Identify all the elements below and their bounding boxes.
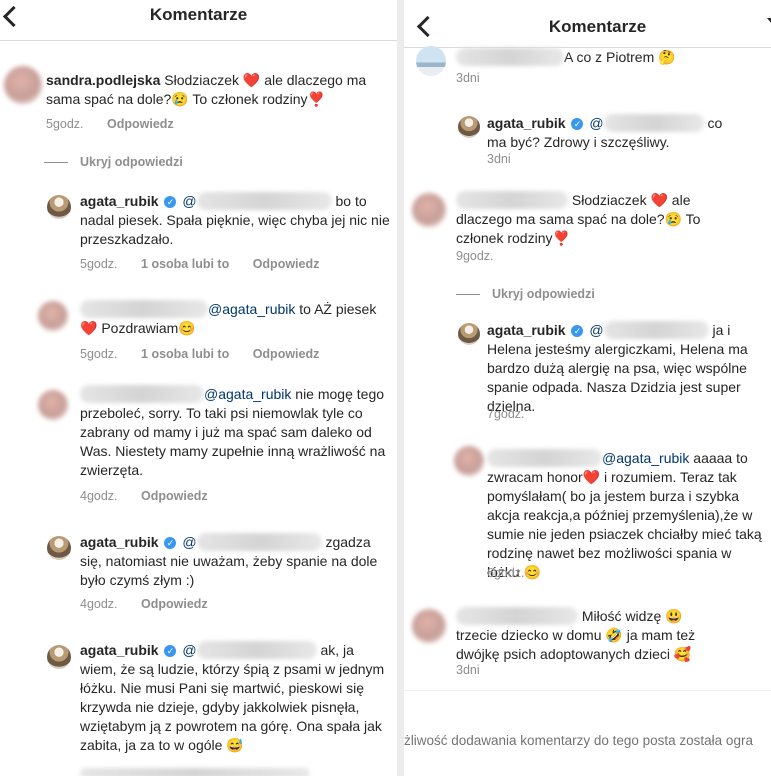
comment: Słodziaczek ❤️ ale dlaczego ma sama spać… xyxy=(456,191,736,248)
comment-time: 6godz. xyxy=(487,566,525,580)
redacted-mention xyxy=(196,192,332,210)
comments-panel-right: Komentarze A co z Piotrem 🤔 3dni agata_r… xyxy=(404,0,771,776)
avatar[interactable] xyxy=(4,66,42,104)
comment-meta: 7godz. xyxy=(487,407,545,421)
comment: Miłość widzę 😃 trzecie dziecko w domu 🤣 … xyxy=(456,607,721,664)
header: Komentarze xyxy=(0,0,397,40)
comment-meta: 6godz. xyxy=(487,566,545,580)
comment-time: 5godz. xyxy=(80,257,118,271)
comment: sandra.podlejska Słodziaczek ❤️ ale dlac… xyxy=(46,71,396,109)
redacted-username xyxy=(80,385,204,403)
comment-meta: 3dni xyxy=(456,71,500,85)
comment-time: 5godz. xyxy=(46,117,84,131)
redacted-username xyxy=(487,449,602,467)
comments-panel-left: Komentarze sandra.podlejska Słodziaczek … xyxy=(0,0,397,776)
avatar[interactable] xyxy=(47,195,71,219)
cut-off-meta-row xyxy=(80,768,310,776)
comment-meta: 5godz. 1 osoba lubi to Odpowiedz xyxy=(80,257,319,271)
direct-message-icon[interactable] xyxy=(767,18,771,24)
comment: agata_rubik ✓ @ ak, ja wiem, że są ludzi… xyxy=(80,641,385,753)
redacted-username xyxy=(456,191,568,209)
reply-button[interactable]: Odpowiedz xyxy=(253,347,320,361)
comment-meta: 9godz. xyxy=(456,249,514,263)
avatar[interactable] xyxy=(454,446,484,476)
comment: agata_rubik ✓ @ ja i Helena jesteśmy ale… xyxy=(487,321,748,414)
page-title: Komentarze xyxy=(548,17,647,36)
page-title: Komentarze xyxy=(149,5,248,24)
comment-username[interactable]: agata_rubik xyxy=(80,534,159,550)
comment-text: aaaaa to zwracam honor❤️ i rozumiem. Ter… xyxy=(487,450,762,580)
hide-replies-button[interactable]: Ukryj odpowiedzi xyxy=(44,155,183,169)
comment-meta: 3dni xyxy=(456,663,500,677)
header-divider xyxy=(0,40,397,41)
hide-replies-button[interactable]: Ukryj odpowiedzi xyxy=(456,287,595,301)
comment-time: 3dni xyxy=(456,663,480,677)
comment-meta: 5godz. 1 osoba lubi to Odpowiedz xyxy=(80,347,319,361)
redacted-text xyxy=(456,48,564,66)
comments-disabled-notice: żliwość dodawania komentarzy do tego pos… xyxy=(404,733,753,748)
comment-meta: 4godz. Odpowiedz xyxy=(80,489,208,503)
comment: @agata_rubik aaaaa to zwracam honor❤️ i … xyxy=(487,449,765,582)
comment-username[interactable]: sandra.podlejska xyxy=(46,72,160,88)
avatar[interactable] xyxy=(47,536,71,560)
comment-username[interactable]: agata_rubik xyxy=(487,115,566,131)
comment-meta: 4godz. Odpowiedz xyxy=(80,597,208,611)
verified-badge-icon: ✓ xyxy=(164,645,177,657)
comment-time: 4godz. xyxy=(80,489,118,503)
comment-time: 3dni xyxy=(456,71,480,85)
comment-time: 4godz. xyxy=(80,597,118,611)
comment-meta: 3dni xyxy=(487,152,531,166)
comment-meta: 5godz. Odpowiedz xyxy=(46,117,174,131)
comment-mention[interactable]: @agata_rubik xyxy=(204,386,291,402)
comment: @agata_rubik to AŻ piesek❤️ Pozdrawiam😊 xyxy=(80,300,390,338)
reply-button[interactable]: Odpowiedz xyxy=(141,489,208,503)
redacted-username xyxy=(456,607,578,625)
verified-badge-icon: ✓ xyxy=(164,537,177,549)
redacted-username xyxy=(80,300,208,318)
comment: @agata_rubik nie mogę tego przeboleć, so… xyxy=(80,385,392,480)
redacted-mention xyxy=(603,321,709,339)
comment: agata_rubik ✓ @ zgadza się, natomiast ni… xyxy=(80,533,378,588)
avatar[interactable] xyxy=(458,323,480,345)
likes-count[interactable]: 1 osoba lubi to xyxy=(141,257,229,271)
avatar[interactable] xyxy=(38,301,68,331)
comment-username[interactable]: agata_rubik xyxy=(487,322,566,338)
comment-time: 7godz. xyxy=(487,407,525,421)
likes-count[interactable]: 1 osoba lubi to xyxy=(141,347,229,361)
comment: agata_rubik ✓ @ co ma być? Zdrowy i szcz… xyxy=(487,114,723,150)
panel-divider xyxy=(397,0,404,776)
comment-username[interactable]: agata_rubik xyxy=(80,642,159,658)
redacted-mention xyxy=(603,114,704,132)
verified-badge-icon: ✓ xyxy=(571,325,584,337)
comment-time: 3dni xyxy=(487,152,511,166)
redacted-mention xyxy=(196,641,317,659)
avatar[interactable] xyxy=(458,116,480,138)
comment: agata_rubik ✓ @ bo to nadal piesek. Spał… xyxy=(80,192,390,247)
verified-badge-icon: ✓ xyxy=(164,196,177,208)
comment: A co z Piotrem 🤔 xyxy=(456,48,766,67)
avatar[interactable] xyxy=(38,390,68,420)
reply-button[interactable]: Odpowiedz xyxy=(141,597,208,611)
comment-username[interactable]: agata_rubik xyxy=(80,193,159,209)
comment-mention[interactable]: @agata_rubik xyxy=(208,301,295,317)
header: Komentarze xyxy=(404,8,771,48)
avatar[interactable] xyxy=(416,46,446,76)
footer-divider xyxy=(404,690,771,691)
comment-mention[interactable]: @agata_rubik xyxy=(602,450,689,466)
reply-button[interactable]: Odpowiedz xyxy=(107,117,174,131)
reply-button[interactable]: Odpowiedz xyxy=(253,257,320,271)
comment-time: 5godz. xyxy=(80,347,118,361)
verified-badge-icon: ✓ xyxy=(571,118,584,130)
avatar[interactable] xyxy=(412,609,446,643)
redacted-mention xyxy=(196,533,322,551)
avatar[interactable] xyxy=(412,193,446,227)
comment-text: A co z Piotrem 🤔 xyxy=(564,49,676,65)
avatar[interactable] xyxy=(47,645,71,669)
comment-time: 9godz. xyxy=(456,249,494,263)
